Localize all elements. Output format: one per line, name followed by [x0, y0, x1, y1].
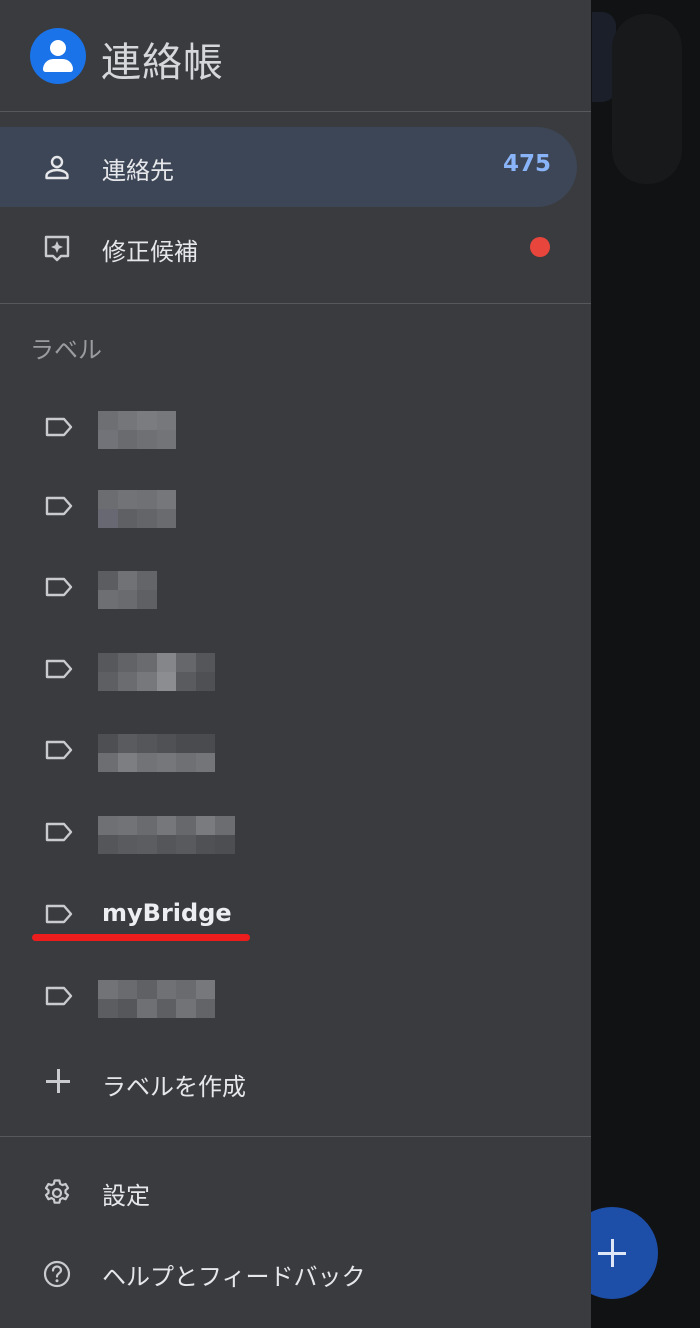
notification-dot [530, 237, 550, 257]
settings-label: 設定 [102, 1182, 150, 1210]
label-item[interactable] [0, 472, 591, 542]
label-item[interactable] [0, 716, 591, 786]
redacted-label-text [98, 571, 157, 609]
help-icon [43, 1260, 71, 1288]
divider [0, 111, 591, 112]
label-tag-icon [45, 496, 73, 516]
gear-icon [44, 1179, 70, 1204]
label-item[interactable] [0, 962, 591, 1032]
nav-item-help[interactable]: ヘルプとフィードバック [0, 1233, 591, 1313]
nav-item-suggestions[interactable]: 修正候補 [0, 208, 591, 288]
label-item[interactable] [0, 635, 591, 705]
app-title: 連絡帳 [101, 40, 224, 86]
label-tag-icon [45, 417, 73, 437]
label-item[interactable] [0, 393, 591, 463]
divider [0, 303, 591, 304]
redacted-label-text [98, 411, 176, 449]
nav-label: 修正候補 [102, 238, 198, 266]
label-item[interactable] [0, 798, 591, 868]
nav-label: 連絡先 [102, 157, 174, 185]
label-tag-icon [45, 577, 73, 597]
drawer-header: 連絡帳 [0, 0, 591, 111]
divider [0, 1136, 591, 1137]
label-tag-icon [45, 904, 73, 924]
label-text: myBridge [102, 899, 232, 927]
contacts-logo-icon [30, 28, 86, 84]
create-label-text: ラベルを作成 [102, 1073, 246, 1101]
labels-section-title: ラベル [30, 336, 102, 364]
redacted-label-text [98, 734, 215, 772]
nav-item-contacts[interactable]: 連絡先 475 [0, 127, 577, 207]
help-label: ヘルプとフィードバック [102, 1263, 366, 1291]
background-avatar-area [612, 14, 682, 184]
redacted-label-text [98, 653, 215, 691]
redacted-label-text [98, 816, 235, 854]
label-tag-icon [45, 822, 73, 842]
plus-icon [46, 1069, 70, 1093]
contacts-count-badge: 475 [502, 151, 551, 177]
create-label-button[interactable]: ラベルを作成 [0, 1043, 591, 1123]
highlight-underline [32, 934, 250, 941]
label-tag-icon [45, 986, 73, 1006]
redacted-label-text [98, 490, 176, 528]
redacted-label-text [98, 980, 215, 1018]
nav-item-settings[interactable]: 設定 [0, 1152, 591, 1232]
person-icon [45, 155, 69, 180]
navigation-drawer: 連絡帳 連絡先 475 修正候補 ラベル myBridge ラベルを作成 設定 … [0, 0, 591, 1328]
label-tag-icon [45, 740, 73, 760]
suggestions-icon [44, 235, 70, 262]
label-tag-icon [45, 659, 73, 679]
label-item[interactable] [0, 553, 591, 623]
plus-icon [598, 1239, 626, 1267]
